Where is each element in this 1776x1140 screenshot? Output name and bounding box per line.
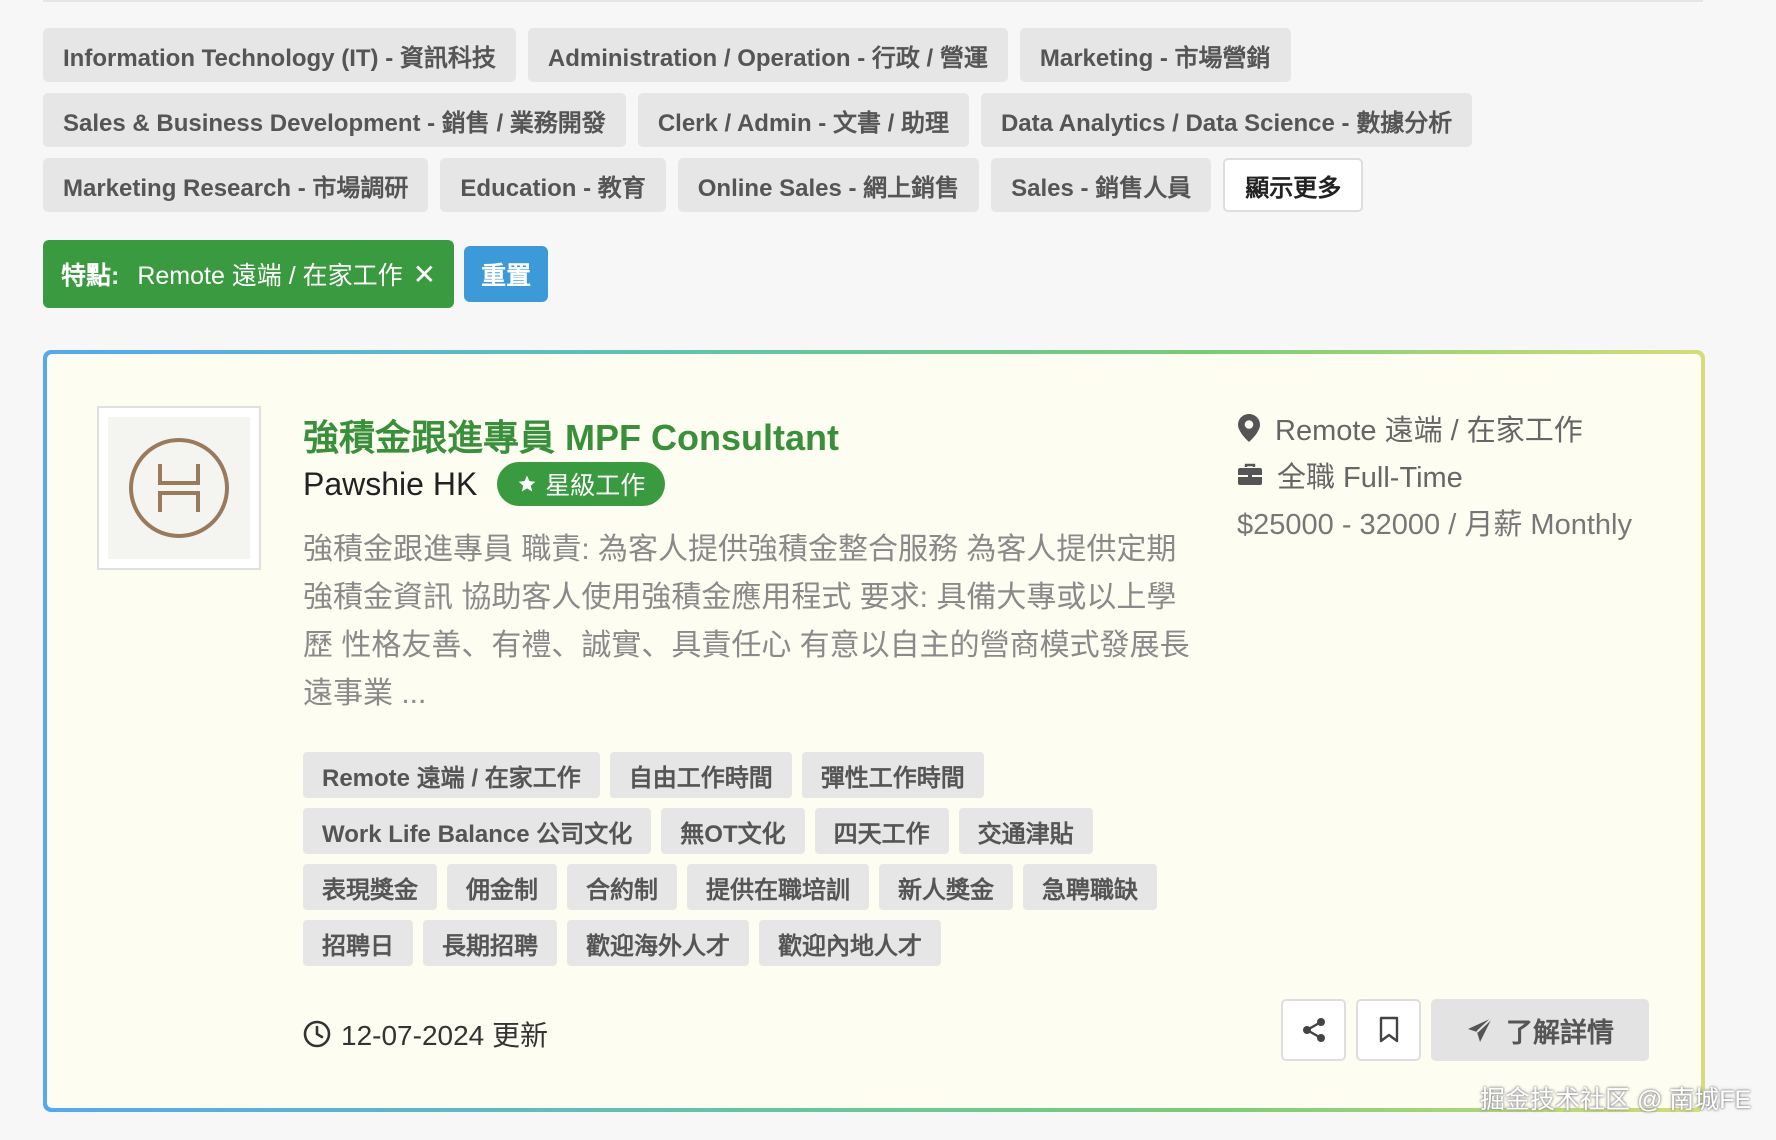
category-chip[interactable]: Marketing - 市場營銷 bbox=[1019, 28, 1291, 82]
category-chip[interactable]: Online Sales - 網上銷售 bbox=[677, 158, 980, 212]
category-chip[interactable]: Sales & Business Development - 銷售 / 業務開發 bbox=[43, 93, 626, 147]
logo-mark bbox=[108, 417, 250, 559]
job-tag: 提供在職培訓 bbox=[687, 864, 869, 910]
tag-row: 表現獎金 佣金制 合約制 提供在職培訓 新人獎金 急聘職缺 bbox=[303, 864, 1223, 910]
top-divider bbox=[43, 0, 1703, 2]
category-chip[interactable]: Sales - 銷售人員 bbox=[991, 158, 1212, 212]
clock-icon bbox=[303, 1020, 331, 1048]
share-button[interactable] bbox=[1281, 999, 1346, 1061]
job-salary: $25000 - 32000 / 月薪 Monthly bbox=[1237, 509, 1632, 541]
job-location: Remote 遠端 / 在家工作 bbox=[1237, 406, 1632, 450]
category-chip[interactable]: Education - 教育 bbox=[440, 158, 666, 212]
job-card-body: 強積金跟進專員 MPF Consultant Pawshie HK 星級工作 強… bbox=[47, 354, 1701, 1108]
view-details-button[interactable]: 了解詳情 bbox=[1431, 999, 1649, 1061]
job-tag: 無OT文化 bbox=[661, 808, 805, 854]
featured-badge-label: 星級工作 bbox=[545, 472, 646, 500]
category-chip[interactable]: Information Technology (IT) - 資訊科技 bbox=[43, 28, 516, 82]
category-chip[interactable]: Data Analytics / Data Science - 數據分析 bbox=[980, 93, 1473, 147]
filter-value: Remote 遠端 / 在家工作 bbox=[137, 262, 403, 290]
job-tags: Remote 遠端 / 在家工作 自由工作時間 彈性工作時間 Work Life… bbox=[303, 752, 1223, 976]
share-icon bbox=[1302, 1018, 1325, 1042]
job-tag: 新人獎金 bbox=[879, 864, 1013, 910]
watermark: 掘金技术社区 @ 南城FE bbox=[1480, 1086, 1752, 1114]
category-row: Information Technology (IT) - 資訊科技 Admin… bbox=[43, 28, 1723, 82]
job-tag: Remote 遠端 / 在家工作 bbox=[303, 752, 600, 798]
tag-row: 招聘日 長期招聘 歡迎海外人才 歡迎內地人才 bbox=[303, 920, 1223, 966]
job-location-text: Remote 遠端 / 在家工作 bbox=[1275, 415, 1583, 447]
company-logo[interactable] bbox=[97, 406, 261, 570]
view-details-label: 了解詳情 bbox=[1506, 1017, 1614, 1048]
job-tag: 長期招聘 bbox=[423, 920, 557, 966]
filter-key: 特點: bbox=[61, 262, 120, 290]
job-tag: 歡迎內地人才 bbox=[759, 920, 941, 966]
company-row: Pawshie HK 星級工作 bbox=[303, 462, 666, 506]
category-row: Marketing Research - 市場調研 Education - 教育… bbox=[43, 158, 1723, 212]
map-pin-icon bbox=[1238, 414, 1260, 442]
job-meta: Remote 遠端 / 在家工作 全職 Full-Time $25000 - 3… bbox=[1237, 406, 1632, 547]
job-tag: 交通津貼 bbox=[958, 808, 1093, 854]
job-description: 強積金跟進專員 職責: 為客人提供強積金整合服務 為客人提供定期強積金資訊 協助… bbox=[303, 533, 1190, 710]
active-filters: 特點: Remote 遠端 / 在家工作 ✕ 重置 bbox=[43, 240, 549, 308]
tag-row: Remote 遠端 / 在家工作 自由工作時間 彈性工作時間 bbox=[303, 752, 1223, 798]
bookmark-icon bbox=[1379, 1016, 1398, 1043]
job-tag: 自由工作時間 bbox=[609, 752, 792, 798]
briefcase-icon bbox=[1238, 463, 1262, 485]
show-more-button[interactable]: 顯示更多 bbox=[1223, 158, 1364, 212]
category-filter-list: Information Technology (IT) - 資訊科技 Admin… bbox=[43, 28, 1723, 223]
job-tag: 表現獎金 bbox=[303, 864, 437, 910]
job-title[interactable]: 強積金跟進專員 MPF Consultant bbox=[303, 409, 839, 461]
bookmark-button[interactable] bbox=[1356, 999, 1421, 1061]
active-filter-chip[interactable]: 特點: Remote 遠端 / 在家工作 ✕ bbox=[43, 240, 455, 308]
job-type: 全職 Full-Time bbox=[1237, 453, 1632, 497]
job-tag: 四天工作 bbox=[814, 808, 949, 854]
company-name[interactable]: Pawshie HK bbox=[303, 466, 477, 503]
job-tag: 急聘職缺 bbox=[1023, 864, 1157, 910]
job-actions: 了解詳情 bbox=[1281, 999, 1649, 1061]
job-tag: 歡迎海外人才 bbox=[567, 920, 749, 966]
paper-plane-icon bbox=[1468, 1017, 1493, 1042]
category-chip[interactable]: Marketing Research - 市場調研 bbox=[43, 158, 429, 212]
star-icon bbox=[518, 475, 536, 492]
featured-badge: 星級工作 bbox=[497, 462, 666, 506]
job-tag: 招聘日 bbox=[303, 920, 413, 966]
reset-button[interactable]: 重置 bbox=[464, 246, 549, 302]
close-icon[interactable]: ✕ bbox=[413, 258, 436, 291]
category-chip[interactable]: Administration / Operation - 行政 / 營運 bbox=[527, 28, 1008, 82]
category-row: Sales & Business Development - 銷售 / 業務開發… bbox=[43, 93, 1723, 147]
job-tag: 彈性工作時間 bbox=[801, 752, 984, 798]
job-card: 強積金跟進專員 MPF Consultant Pawshie HK 星級工作 強… bbox=[43, 350, 1705, 1112]
category-chip[interactable]: Clerk / Admin - 文書 / 助理 bbox=[637, 93, 969, 147]
job-tag: Work Life Balance 公司文化 bbox=[303, 808, 652, 854]
job-tag: 佣金制 bbox=[447, 864, 557, 910]
updated-date-text: 12-07-2024 更新 bbox=[341, 1020, 549, 1051]
job-type-text: 全職 Full-Time bbox=[1277, 462, 1463, 494]
tag-row: Work Life Balance 公司文化 無OT文化 四天工作 交通津貼 bbox=[303, 808, 1223, 854]
updated-date: 12-07-2024 更新 bbox=[303, 1014, 548, 1054]
job-tag: 合約制 bbox=[567, 864, 677, 910]
